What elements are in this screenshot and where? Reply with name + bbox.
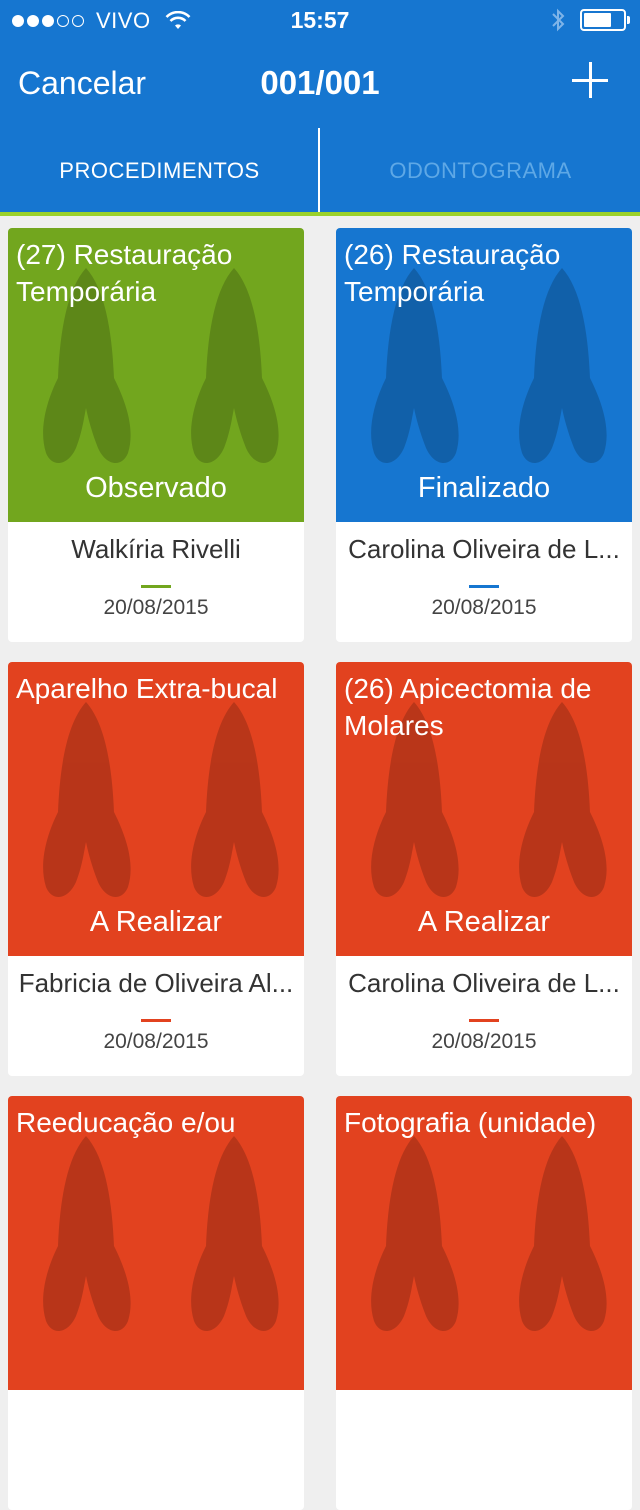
- procedure-card-header: Aparelho Extra-bucal A Realizar: [8, 662, 304, 956]
- status-color-line: [141, 585, 171, 588]
- procedure-title: (26) Apicectomia de Molares: [344, 673, 592, 741]
- status-time: 15:57: [290, 7, 350, 33]
- procedure-title: Fotografia (unidade): [344, 1107, 597, 1138]
- procedure-card[interactable]: Reeducação e/ou: [8, 1096, 304, 1510]
- procedure-card-header: Fotografia (unidade): [336, 1096, 632, 1390]
- procedure-card[interactable]: (27) Restauração Temporária Observado Walk…: [8, 228, 304, 642]
- battery-level: [584, 13, 611, 27]
- cancel-button[interactable]: Cancelar: [18, 65, 146, 102]
- procedure-card[interactable]: (26) Restauração Temporária Finalizado Car…: [336, 228, 632, 642]
- plus-icon[interactable]: [572, 62, 608, 98]
- procedure-title: Reeducação e/ou: [16, 1107, 236, 1138]
- procedure-date: 20/08/2015: [103, 1030, 209, 1053]
- status-color-line: [141, 1019, 171, 1022]
- procedure-status: Finalizado: [417, 472, 551, 504]
- procedure-date: 20/08/2015: [431, 596, 537, 619]
- procedure-card[interactable]: Fotografia (unidade): [336, 1096, 632, 1510]
- status-bar: VIVO 15:57: [0, 0, 640, 40]
- tooth-icon: [371, 1136, 459, 1332]
- status-color-line: [469, 1019, 499, 1022]
- procedure-status: A Realizar: [417, 906, 551, 938]
- procedure-date: 20/08/2015: [431, 1030, 537, 1053]
- tooth-icon: [43, 1136, 131, 1332]
- status-right: [550, 8, 630, 32]
- tab-procedimentos[interactable]: PROCEDIMENTOS: [0, 128, 319, 212]
- navigation-bar: Cancelar 001/001: [0, 40, 640, 128]
- patient-name: Carolina Oliveira de L...: [348, 968, 620, 998]
- tooth-icon: [191, 1136, 279, 1332]
- tab-bar: PROCEDIMENTOS ODONTOGRAMA: [0, 128, 640, 212]
- procedure-card-header: (26) Restauração Temporária Finalizado: [336, 228, 632, 522]
- patient-name: Walkíria Rivelli: [71, 534, 241, 564]
- bluetooth-icon: [552, 8, 565, 32]
- procedure-date: 20/08/2015: [103, 596, 209, 619]
- status-color-line: [469, 585, 499, 588]
- tab-odontograma[interactable]: ODONTOGRAMA: [321, 128, 640, 212]
- patient-name: Carolina Oliveira de L...: [348, 534, 620, 564]
- tooth-icon: [191, 702, 279, 898]
- procedure-card[interactable]: Aparelho Extra-bucal A Realizar Fabricia d…: [8, 662, 304, 1076]
- procedure-card[interactable]: (26) Apicectomia de Molares A Realizar Car…: [336, 662, 632, 1076]
- tab-indicator: [0, 212, 640, 216]
- procedure-title: (26) Restauração Temporária: [344, 239, 561, 307]
- procedure-card-header: (27) Restauração Temporária Observado: [8, 228, 304, 522]
- battery-icon: [580, 9, 630, 31]
- tooth-icon: [43, 702, 131, 898]
- procedure-status: Observado: [85, 472, 227, 504]
- procedure-status: A Realizar: [89, 906, 223, 938]
- procedure-card-header: Reeducação e/ou: [8, 1096, 304, 1390]
- tooth-icon: [519, 1136, 607, 1332]
- patient-name: Fabricia de Oliveira Al...: [18, 968, 294, 998]
- procedure-title: Aparelho Extra-bucal: [16, 673, 278, 704]
- procedure-title: (27) Restauração Temporária: [16, 239, 233, 307]
- procedure-card-header: (26) Apicectomia de Molares A Realizar: [336, 662, 632, 956]
- app-header: VIVO 15:57 Cancelar 001/001 PROCEDIMENTO…: [0, 0, 640, 216]
- tab-divider: [318, 128, 320, 212]
